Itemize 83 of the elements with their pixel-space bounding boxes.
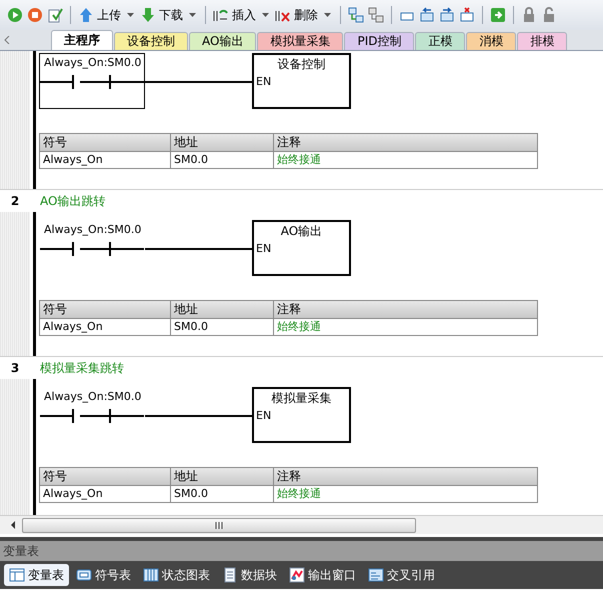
grip-icon	[214, 522, 224, 528]
scroll-left-icon[interactable]	[10, 521, 16, 529]
function-box[interactable]: 模拟量采集 EN	[252, 387, 351, 443]
program-tab[interactable]: PID控制	[344, 32, 414, 50]
program-tab[interactable]: 排模	[517, 32, 568, 50]
unlock-icon[interactable]	[541, 7, 557, 23]
chart-table-icon	[143, 567, 159, 583]
insert-button[interactable]: 插入	[212, 4, 257, 26]
column-header: 符号	[40, 134, 171, 151]
play-icon[interactable]	[7, 7, 23, 23]
program-tab[interactable]: 正模	[415, 32, 466, 50]
column-header: 符号	[40, 468, 171, 485]
caret-icon[interactable]	[262, 12, 269, 18]
upload-button[interactable]: 上传	[77, 4, 122, 26]
insert-icon	[213, 7, 229, 23]
box-input-label: EN	[255, 409, 272, 422]
contact-element[interactable]: Always_On:SM0.0	[39, 387, 145, 443]
function-box[interactable]: AO输出 EN	[252, 220, 351, 276]
program-tab[interactable]: 主程序	[51, 30, 113, 50]
network-title: 模拟量采集跳转	[40, 360, 124, 376]
table-icon	[9, 567, 25, 583]
panel-tab[interactable]: 符号表	[71, 564, 136, 586]
table-cell: Always_On	[40, 319, 171, 335]
table-cell: SM0.0	[171, 152, 274, 168]
column-header: 地址	[171, 468, 274, 485]
stop-icon[interactable]	[27, 7, 43, 23]
program-tab[interactable]: 模拟量采集	[257, 32, 344, 50]
network-title: AO输出跳转	[40, 192, 106, 210]
card-icon	[76, 567, 92, 583]
list-icon	[368, 567, 384, 583]
output-window-icon	[289, 567, 305, 583]
program-tab[interactable]: AO输出	[189, 32, 256, 50]
scrollbar-thumb[interactable]	[22, 518, 416, 532]
panel-tab[interactable]: 变量表	[4, 564, 69, 586]
caret-icon[interactable]	[127, 12, 134, 18]
panel-tab[interactable]: 交叉引用	[363, 564, 440, 586]
function-box[interactable]: 设备控制 EN	[252, 53, 351, 109]
network-icon[interactable]	[348, 7, 364, 23]
contact-label: Always_On:SM0.0	[43, 390, 142, 403]
checklist-icon[interactable]	[47, 7, 63, 23]
program-tab[interactable]: 设备控制	[114, 32, 188, 50]
column-header: 注释	[276, 468, 302, 485]
delete-button[interactable]: 删除	[274, 4, 319, 26]
arrow-left-window-icon[interactable]	[419, 7, 435, 23]
download-icon	[140, 7, 156, 23]
arrow-right-window-icon[interactable]	[439, 7, 455, 23]
panel-tab[interactable]: 数据块	[217, 564, 282, 586]
box-title: 设备控制	[276, 56, 326, 73]
box-title: 模拟量采集	[270, 390, 332, 407]
column-header: 地址	[171, 301, 274, 318]
table-cell-text: 始终接通	[276, 486, 322, 502]
column-header: 注释	[276, 301, 302, 318]
enter-icon[interactable]	[490, 7, 506, 23]
contact-label: Always_On:SM0.0	[43, 56, 142, 69]
box-input-label: EN	[255, 75, 272, 88]
contact-element[interactable]: Always_On:SM0.0	[39, 220, 145, 276]
column-header: 地址	[171, 134, 274, 151]
table-cell: SM0.0	[171, 486, 274, 502]
column-header: 注释	[276, 134, 302, 151]
horizontal-scrollbar[interactable]	[0, 515, 603, 534]
panel-tab[interactable]: 输出窗口	[284, 564, 361, 586]
contact-label: Always_On:SM0.0	[43, 223, 142, 236]
box-title: AO输出	[280, 223, 324, 240]
document-icon	[222, 567, 238, 583]
table-cell-text: 始终接通	[276, 319, 322, 335]
network-number: 3	[10, 361, 20, 375]
table-cell-text: 始终接通	[276, 152, 322, 168]
window-delete-icon[interactable]	[459, 7, 475, 23]
program-tab[interactable]: 消模	[466, 32, 516, 50]
column-header: 符号	[40, 301, 171, 318]
network-number: 2	[10, 194, 20, 208]
lock-icon[interactable]	[521, 7, 537, 23]
download-button[interactable]: 下载	[139, 4, 184, 26]
upload-icon	[78, 7, 94, 23]
caret-icon[interactable]	[189, 12, 196, 18]
contact-element[interactable]: Always_On:SM0.0	[39, 53, 145, 109]
caret-icon[interactable]	[324, 12, 331, 18]
panel-tab[interactable]: 状态图表	[138, 564, 215, 586]
panel-title: 变量表	[3, 542, 39, 560]
table-cell: SM0.0	[171, 319, 274, 335]
table-cell: Always_On	[40, 152, 171, 168]
table-cell: Always_On	[40, 486, 171, 502]
box-input-label: EN	[255, 242, 272, 255]
